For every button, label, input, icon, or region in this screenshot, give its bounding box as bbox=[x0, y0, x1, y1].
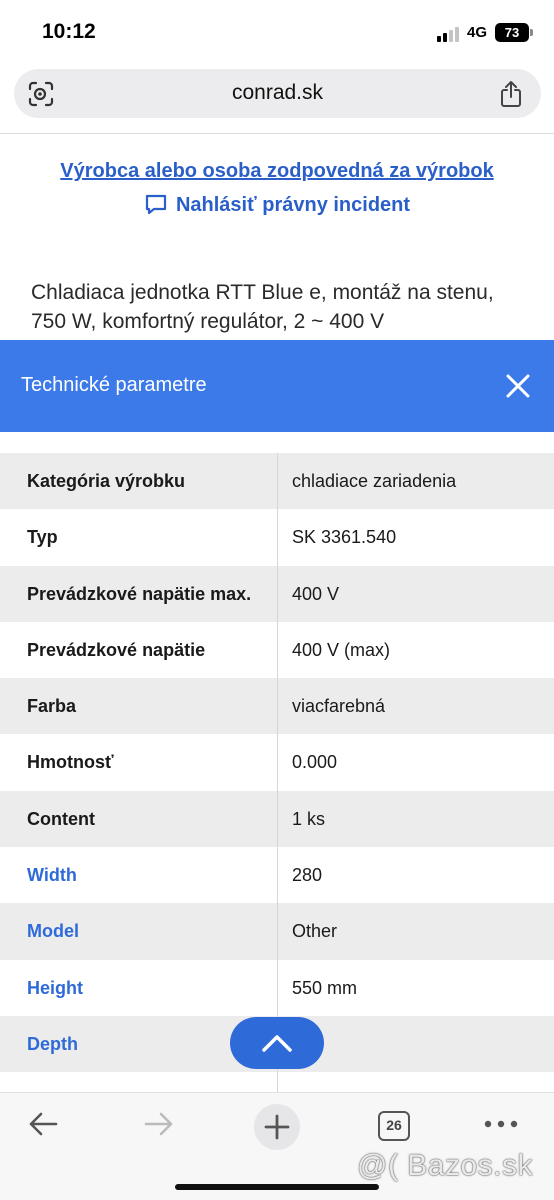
column-divider bbox=[277, 565, 278, 622]
table-row: Kategória výrobku chladiace zariadenia bbox=[0, 453, 554, 510]
param-value: SK 3361.540 bbox=[292, 527, 397, 548]
param-value: 400 V (max) bbox=[292, 639, 391, 660]
share-icon[interactable] bbox=[499, 80, 523, 108]
param-value: viacfarebná bbox=[292, 696, 386, 717]
new-tab-button[interactable] bbox=[253, 1103, 301, 1151]
param-name[interactable]: Depth bbox=[27, 1034, 78, 1055]
forward-arrow-icon[interactable] bbox=[142, 1107, 176, 1141]
chevron-up-icon bbox=[262, 1035, 292, 1052]
signal-icon bbox=[437, 26, 463, 42]
modal-header: Technické parametre bbox=[0, 340, 554, 432]
spec-table-container[interactable]: Kategória výrobku chladiace zariadenia Typ… bbox=[0, 432, 554, 1092]
table-row: Hmotnosť 0.000 bbox=[0, 734, 554, 791]
report-incident-link[interactable]: Nahlásiť právny incident bbox=[0, 193, 554, 217]
chat-icon bbox=[145, 194, 167, 215]
back-arrow-icon[interactable] bbox=[26, 1107, 60, 1141]
param-value: 550 mm bbox=[292, 977, 358, 998]
param-name[interactable]: Width bbox=[27, 865, 77, 886]
table-row: Farba viacfarebná bbox=[0, 678, 554, 735]
param-name: Hmotnosť bbox=[27, 752, 114, 773]
column-divider bbox=[277, 790, 278, 848]
table-row: Model Other bbox=[0, 903, 554, 960]
param-name: Prevádzkové napätie bbox=[27, 639, 206, 660]
table-row: Content 1 ks bbox=[0, 790, 554, 848]
battery-nub bbox=[530, 29, 533, 36]
param-name[interactable]: Model bbox=[27, 921, 79, 942]
param-name: Kategória výrobku bbox=[27, 471, 186, 491]
table-row: Prevádzkové napätie max. 400 V bbox=[0, 565, 554, 622]
param-value: Other bbox=[292, 921, 338, 942]
table-row: Typ SK 3361.540 bbox=[0, 509, 554, 566]
network-type: 4G bbox=[467, 24, 488, 41]
scroll-to-top-button[interactable] bbox=[230, 1017, 324, 1069]
param-value: 0.000 bbox=[292, 752, 338, 773]
responsible-person-link[interactable]: Výrobca alebo osoba zodpovedná za výrobo… bbox=[0, 160, 554, 183]
table-row: Height 550 mm bbox=[0, 959, 554, 1016]
divider bbox=[0, 133, 554, 134]
tabs-button[interactable]: 26 bbox=[378, 1111, 410, 1141]
column-divider bbox=[277, 678, 278, 735]
param-value: chladiace zariadenia bbox=[292, 471, 457, 491]
table-row: Prevádzkové napätie 400 V (max) bbox=[0, 621, 554, 679]
status-bar: 10:12 4G 73 bbox=[0, 0, 554, 64]
column-divider bbox=[277, 621, 278, 679]
more-icon[interactable] bbox=[483, 1119, 519, 1129]
home-indicator[interactable] bbox=[175, 1184, 379, 1190]
clock: 10:12 bbox=[42, 20, 96, 43]
param-value: 280 bbox=[292, 865, 323, 886]
param-name: Content bbox=[27, 808, 95, 829]
spec-table: Kategória výrobku chladiace zariadenia Typ… bbox=[0, 453, 554, 1092]
product-description: Chladiaca jednotka RTT Blue e, montáž na… bbox=[31, 281, 494, 333]
report-incident-label: Nahlásiť právny incident bbox=[175, 194, 411, 216]
close-icon[interactable] bbox=[502, 370, 534, 402]
param-value: 1 ks bbox=[292, 808, 326, 829]
column-divider bbox=[277, 847, 278, 904]
watermark: @( Bazos.sk bbox=[357, 1149, 533, 1182]
url-text[interactable]: conrad.sk bbox=[14, 81, 541, 105]
table-row: Width 280 bbox=[0, 847, 554, 904]
param-value: 400 V bbox=[292, 583, 340, 604]
column-divider bbox=[277, 959, 278, 1016]
address-bar[interactable]: conrad.sk bbox=[14, 69, 541, 118]
param-name[interactable]: Height bbox=[27, 978, 83, 999]
column-divider bbox=[277, 1072, 278, 1092]
table-row: Voltage typeAC bbox=[0, 1072, 554, 1092]
column-divider bbox=[277, 734, 278, 791]
column-divider bbox=[277, 903, 278, 960]
column-divider bbox=[277, 453, 278, 510]
modal-title: Technické parametre bbox=[21, 374, 207, 396]
param-name: Prevádzkové napätie max. bbox=[27, 583, 252, 604]
param-name: Typ bbox=[27, 527, 58, 548]
battery-icon: 73 bbox=[495, 23, 529, 42]
param-name: Farba bbox=[27, 696, 77, 717]
column-divider bbox=[277, 509, 278, 566]
